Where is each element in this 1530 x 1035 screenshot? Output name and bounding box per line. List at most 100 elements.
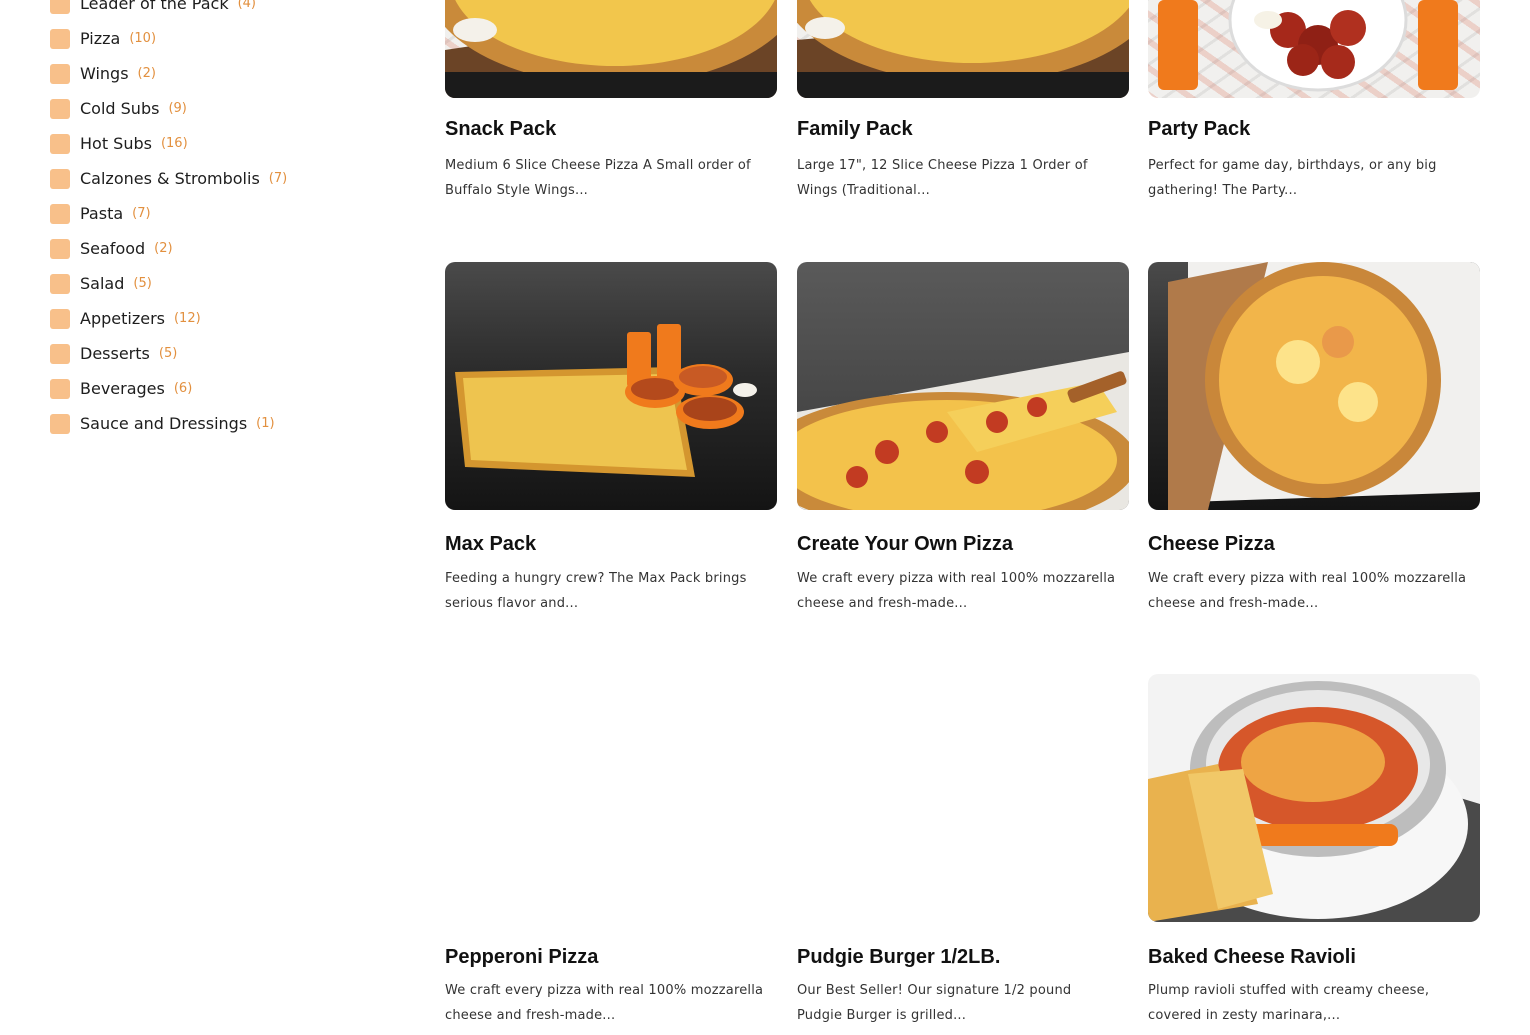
category-count: (4)	[237, 0, 257, 11]
category-label: Appetizers	[80, 309, 165, 328]
category-item-leader-of-the-pack[interactable]: Leader of the Pack (4)	[50, 0, 380, 21]
product-card-baked-cheese-ravioli[interactable]: Baked Cheese Ravioli Plump ravioli stuff…	[1148, 674, 1480, 1023]
category-checkbox[interactable]	[50, 343, 70, 364]
product-description-line: cheese and fresh-made...	[797, 596, 968, 611]
product-description: Perfect for game day, birthdays, or any …	[1148, 153, 1480, 203]
family-pack-photo[interactable]	[797, 0, 1129, 98]
category-item-sauce-and-dressings[interactable]: Sauce and Dressings (1)	[50, 406, 380, 441]
product-description-line: We craft every pizza with real 100% mozz…	[1148, 571, 1467, 586]
category-count: (1)	[256, 416, 275, 431]
product-description-line: cheese and fresh-made...	[1148, 596, 1319, 611]
product-description-line: Large 17", 12 Slice Cheese Pizza 1 Order…	[797, 158, 1088, 173]
product-image-placeholder[interactable]	[797, 674, 1129, 922]
category-checkbox[interactable]	[50, 63, 70, 84]
cheese-pizza-photo[interactable]	[1148, 262, 1480, 510]
product-card-snack-pack[interactable]: Snack Pack Medium 6 Slice Cheese Pizza A…	[445, 0, 777, 198]
product-title[interactable]: Snack Pack	[445, 118, 556, 141]
category-count: (5)	[133, 276, 152, 291]
product-title[interactable]: Party Pack	[1148, 118, 1250, 141]
max-pack-photo[interactable]	[445, 262, 777, 510]
category-item-desserts[interactable]: Desserts (5)	[50, 336, 380, 371]
category-checkbox[interactable]	[50, 273, 70, 294]
category-label: Beverages	[80, 379, 165, 398]
product-description-line: covered in zesty marinara,...	[1148, 1008, 1341, 1023]
product-description-line: Pudgie Burger is grilled...	[797, 1008, 967, 1023]
category-checkbox[interactable]	[50, 168, 70, 189]
product-description-line: Plump ravioli stuffed with creamy cheese…	[1148, 983, 1430, 998]
category-checkbox[interactable]	[50, 28, 70, 49]
party-pack-photo[interactable]	[1148, 0, 1480, 98]
product-description: Medium 6 Slice Cheese Pizza A Small orde…	[445, 153, 777, 203]
product-description-line: Perfect for game day, birthdays, or any …	[1148, 158, 1437, 173]
category-checkbox[interactable]	[50, 0, 70, 14]
category-item-beverages[interactable]: Beverages (6)	[50, 371, 380, 406]
category-checkbox[interactable]	[50, 133, 70, 154]
product-description-line: We craft every pizza with real 100% mozz…	[797, 571, 1116, 586]
product-description-line: gathering! The Party...	[1148, 183, 1298, 198]
category-count: (2)	[154, 241, 173, 256]
product-description: Large 17", 12 Slice Cheese Pizza 1 Order…	[797, 153, 1129, 203]
product-title[interactable]: Baked Cheese Ravioli	[1148, 946, 1356, 969]
category-count: (9)	[168, 101, 187, 116]
product-description: Our Best Seller! Our signature 1/2 pound…	[797, 978, 1129, 1028]
category-label: Wings	[80, 64, 129, 83]
category-item-wings[interactable]: Wings (2)	[50, 56, 380, 91]
product-title[interactable]: Family Pack	[797, 118, 913, 141]
product-card-pepperoni-pizza[interactable]: Pepperoni Pizza We craft every pizza wit…	[445, 674, 777, 1023]
category-checkbox[interactable]	[50, 413, 70, 434]
product-title[interactable]: Pepperoni Pizza	[445, 946, 598, 969]
product-card-cheese-pizza[interactable]: Cheese Pizza We craft every pizza with r…	[1148, 262, 1480, 611]
category-label: Salad	[80, 274, 125, 293]
category-checkbox[interactable]	[50, 203, 70, 224]
product-card-family-pack[interactable]: Family Pack Large 17", 12 Slice Cheese P…	[797, 0, 1129, 198]
product-description-line: Buffalo Style Wings...	[445, 183, 589, 198]
product-description: We craft every pizza with real 100% mozz…	[445, 978, 777, 1028]
baked-cheese-ravioli-photo[interactable]	[1148, 674, 1480, 922]
product-title[interactable]: Cheese Pizza	[1148, 533, 1275, 556]
category-filter-list: Leader of the Pack (4) Pizza (10) Wings …	[50, 0, 380, 441]
product-description: We craft every pizza with real 100% mozz…	[797, 566, 1129, 616]
product-card-pudgie-burger[interactable]: Pudgie Burger 1/2LB. Our Best Seller! Ou…	[797, 674, 1129, 1023]
product-card-max-pack[interactable]: Max Pack Feeding a hungry crew? The Max …	[445, 262, 777, 611]
category-checkbox[interactable]	[50, 378, 70, 399]
category-label: Pasta	[80, 204, 124, 223]
product-title[interactable]: Create Your Own Pizza	[797, 533, 1013, 556]
category-label: Desserts	[80, 344, 150, 363]
category-count: (10)	[129, 31, 157, 46]
category-item-hot-subs[interactable]: Hot Subs (16)	[50, 126, 380, 161]
product-description-line: We craft every pizza with real 100% mozz…	[445, 983, 764, 998]
category-count: (7)	[268, 171, 288, 186]
category-item-seafood[interactable]: Seafood (2)	[50, 231, 380, 266]
product-description-line: serious flavor and...	[445, 596, 579, 611]
category-count: (6)	[173, 381, 193, 396]
category-item-salad[interactable]: Salad (5)	[50, 266, 380, 301]
category-label: Hot Subs	[80, 134, 152, 153]
category-checkbox[interactable]	[50, 238, 70, 259]
category-count: (16)	[160, 136, 188, 151]
product-image-placeholder[interactable]	[445, 674, 777, 922]
category-label: Cold Subs	[80, 99, 160, 118]
category-checkbox[interactable]	[50, 98, 70, 119]
product-description-line: Feeding a hungry crew? The Max Pack brin…	[445, 571, 747, 586]
category-item-pasta[interactable]: Pasta (7)	[50, 196, 380, 231]
category-count: (7)	[132, 206, 151, 221]
category-item-appetizers[interactable]: Appetizers (12)	[50, 301, 380, 336]
category-label: Leader of the Pack	[80, 0, 229, 13]
product-description: Plump ravioli stuffed with creamy cheese…	[1148, 978, 1480, 1028]
category-count: (5)	[158, 346, 178, 361]
snack-pack-photo[interactable]	[445, 0, 777, 98]
product-description: We craft every pizza with real 100% mozz…	[1148, 566, 1480, 616]
product-description-line: Wings (Traditional...	[797, 183, 930, 198]
product-title[interactable]: Pudgie Burger 1/2LB.	[797, 946, 1000, 969]
create-your-own-pizza-photo[interactable]	[797, 262, 1129, 510]
product-title[interactable]: Max Pack	[445, 533, 536, 556]
category-item-calzones-strombolis[interactable]: Calzones & Strombolis (7)	[50, 161, 380, 196]
category-item-pizza[interactable]: Pizza (10)	[50, 21, 380, 56]
category-item-cold-subs[interactable]: Cold Subs (9)	[50, 91, 380, 126]
category-label: Seafood	[80, 239, 146, 258]
product-card-create-your-own-pizza[interactable]: Create Your Own Pizza We craft every piz…	[797, 262, 1129, 611]
category-label: Pizza	[80, 29, 121, 48]
category-checkbox[interactable]	[50, 308, 70, 329]
product-card-party-pack[interactable]: Party Pack Perfect for game day, birthda…	[1148, 0, 1480, 198]
product-description: Feeding a hungry crew? The Max Pack brin…	[445, 566, 777, 616]
